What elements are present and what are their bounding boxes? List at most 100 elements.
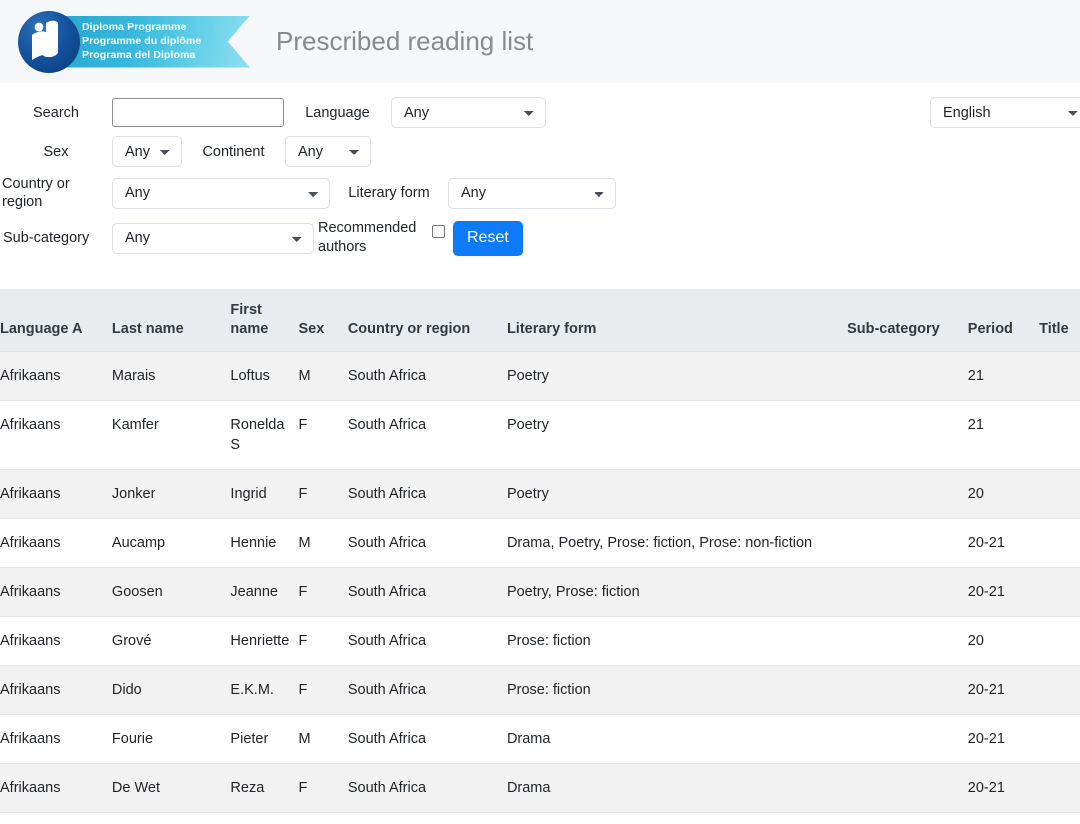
filter-row-3: Country or region Any Literary form Any bbox=[0, 175, 1080, 211]
cell-sub-category bbox=[847, 617, 968, 666]
cell-title bbox=[1039, 715, 1080, 764]
filter-row-4: Sub-category Any Recommended authors Res… bbox=[0, 219, 1080, 257]
sub-category-select[interactable]: Any bbox=[112, 223, 314, 254]
cell-period: 20-21 bbox=[968, 519, 1039, 568]
cell-country-or-region: South Africa bbox=[348, 401, 507, 470]
cell-language-a: Afrikaans bbox=[0, 617, 112, 666]
cell-sex: M bbox=[298, 715, 347, 764]
cell-country-or-region: South Africa bbox=[348, 519, 507, 568]
reset-button[interactable]: Reset bbox=[453, 221, 523, 256]
cell-period: 20 bbox=[968, 617, 1039, 666]
table-row[interactable]: AfrikaansDe WetRezaFSouth AfricaDrama20-… bbox=[0, 764, 1080, 813]
language-select[interactable]: Any bbox=[391, 97, 546, 128]
recommended-authors-group: Recommended authors Reset bbox=[318, 219, 523, 257]
cell-period: 20 bbox=[968, 470, 1039, 519]
cell-sub-category bbox=[847, 401, 968, 470]
cell-period: 20-21 bbox=[968, 666, 1039, 715]
column-header-country-or-region[interactable]: Country or region bbox=[348, 289, 507, 352]
cell-period: 20-21 bbox=[968, 764, 1039, 813]
cell-language-a: Afrikaans bbox=[0, 401, 112, 470]
page-header: Diploma Programme Programme du diplôme P… bbox=[0, 0, 1080, 83]
cell-sub-category bbox=[847, 715, 968, 764]
cell-first-name: Loftus bbox=[230, 352, 298, 401]
continent-select[interactable]: Any bbox=[285, 136, 371, 167]
ib-logo-banner: Diploma Programme Programme du diplôme P… bbox=[64, 16, 250, 68]
search-input[interactable] bbox=[112, 98, 284, 127]
cell-period: 20-21 bbox=[968, 715, 1039, 764]
cell-literary-form: Prose: fiction bbox=[507, 617, 847, 666]
ui-language-switcher[interactable]: English bbox=[930, 97, 1080, 128]
column-header-last-name[interactable]: Last name bbox=[112, 289, 231, 352]
table-head: Language A Last name First name Sex Coun… bbox=[0, 289, 1080, 352]
table-row[interactable]: AfrikaansJonkerIngridFSouth AfricaPoetry… bbox=[0, 470, 1080, 519]
language-label: Language bbox=[284, 105, 391, 121]
table-row[interactable]: AfrikaansKamferRonelda SFSouth AfricaPoe… bbox=[0, 401, 1080, 470]
cell-period: 21 bbox=[968, 352, 1039, 401]
continent-label: Continent bbox=[182, 144, 285, 160]
table-row[interactable]: AfrikaansGrovéHenrietteFSouth AfricaPros… bbox=[0, 617, 1080, 666]
column-header-literary-form[interactable]: Literary form bbox=[507, 289, 847, 352]
cell-period: 21 bbox=[968, 401, 1039, 470]
cell-title bbox=[1039, 764, 1080, 813]
country-label: Country or region bbox=[0, 175, 112, 211]
cell-sub-category bbox=[847, 568, 968, 617]
cell-last-name: Marais bbox=[112, 352, 231, 401]
cell-period: 20-21 bbox=[968, 568, 1039, 617]
cell-country-or-region: South Africa bbox=[348, 764, 507, 813]
cell-language-a: Afrikaans bbox=[0, 470, 112, 519]
column-header-language-a[interactable]: Language A bbox=[0, 289, 112, 352]
cell-sub-category bbox=[847, 666, 968, 715]
cell-sub-category bbox=[847, 519, 968, 568]
cell-last-name: De Wet bbox=[112, 764, 231, 813]
recommended-authors-checkbox[interactable] bbox=[432, 225, 445, 238]
filter-panel: English Search Language Any Sex Any Cont… bbox=[0, 83, 1080, 275]
cell-title bbox=[1039, 401, 1080, 470]
sub-category-label: Sub-category bbox=[0, 230, 112, 246]
cell-title bbox=[1039, 470, 1080, 519]
recommended-authors-label: Recommended authors bbox=[318, 219, 430, 257]
table-body: AfrikaansMaraisLoftusMSouth AfricaPoetry… bbox=[0, 352, 1080, 813]
cell-country-or-region: South Africa bbox=[348, 666, 507, 715]
filter-row-1: Search Language Any bbox=[0, 97, 1080, 128]
country-select[interactable]: Any bbox=[112, 178, 330, 209]
cell-country-or-region: South Africa bbox=[348, 715, 507, 764]
cell-sex: F bbox=[298, 666, 347, 715]
cell-sex: F bbox=[298, 568, 347, 617]
cell-literary-form: Drama bbox=[507, 764, 847, 813]
cell-last-name: Grové bbox=[112, 617, 231, 666]
ui-language-select[interactable]: English bbox=[930, 97, 1080, 128]
table-row[interactable]: AfrikaansFouriePieterMSouth AfricaDrama2… bbox=[0, 715, 1080, 764]
cell-country-or-region: South Africa bbox=[348, 470, 507, 519]
cell-sex: F bbox=[298, 401, 347, 470]
cell-literary-form: Poetry bbox=[507, 401, 847, 470]
cell-literary-form: Drama, Poetry, Prose: fiction, Prose: no… bbox=[507, 519, 847, 568]
cell-sex: M bbox=[298, 519, 347, 568]
column-header-sub-category[interactable]: Sub-category bbox=[847, 289, 968, 352]
table-row[interactable]: AfrikaansAucampHennieMSouth AfricaDrama,… bbox=[0, 519, 1080, 568]
cell-sex: F bbox=[298, 470, 347, 519]
cell-sub-category bbox=[847, 470, 968, 519]
ib-logo-circle-icon bbox=[18, 11, 80, 73]
table-row[interactable]: AfrikaansMaraisLoftusMSouth AfricaPoetry… bbox=[0, 352, 1080, 401]
cell-sub-category bbox=[847, 764, 968, 813]
sex-select[interactable]: Any bbox=[112, 136, 182, 167]
cell-country-or-region: South Africa bbox=[348, 352, 507, 401]
table-row[interactable]: AfrikaansGoosenJeanneFSouth AfricaPoetry… bbox=[0, 568, 1080, 617]
reading-list-table: Language A Last name First name Sex Coun… bbox=[0, 289, 1080, 813]
table-row[interactable]: AfrikaansDidoE.K.M.FSouth AfricaProse: f… bbox=[0, 666, 1080, 715]
cell-first-name: Ingrid bbox=[230, 470, 298, 519]
cell-last-name: Kamfer bbox=[112, 401, 231, 470]
cell-first-name: Jeanne bbox=[230, 568, 298, 617]
ib-logo-line-3: Programa del Diploma bbox=[82, 48, 250, 62]
column-header-title[interactable]: Title bbox=[1039, 289, 1080, 352]
column-header-period[interactable]: Period bbox=[968, 289, 1039, 352]
column-header-sex[interactable]: Sex bbox=[298, 289, 347, 352]
literary-form-select[interactable]: Any bbox=[448, 178, 616, 209]
column-header-first-name[interactable]: First name bbox=[230, 289, 298, 352]
cell-title bbox=[1039, 519, 1080, 568]
cell-last-name: Aucamp bbox=[112, 519, 231, 568]
cell-sub-category bbox=[847, 352, 968, 401]
cell-literary-form: Poetry bbox=[507, 352, 847, 401]
table-header-row: Language A Last name First name Sex Coun… bbox=[0, 289, 1080, 352]
cell-title bbox=[1039, 568, 1080, 617]
